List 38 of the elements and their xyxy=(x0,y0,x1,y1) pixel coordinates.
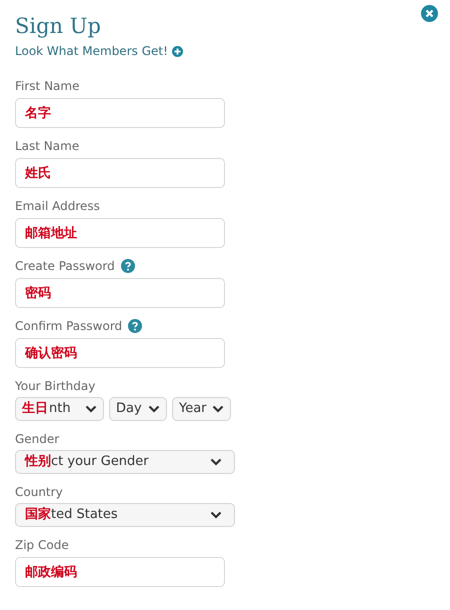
dropdown[interactable]: 生日 nth xyxy=(15,397,104,421)
field-label: Zip Code xyxy=(15,537,69,554)
dropdown-text: ct your Gender xyxy=(51,453,149,472)
input-field[interactable]: 姓氏 xyxy=(15,158,225,188)
input-field[interactable]: 密码 xyxy=(15,278,225,308)
dropdown-text: Year xyxy=(179,400,207,418)
field-label: Your Birthday xyxy=(15,378,96,395)
help-icon[interactable] xyxy=(120,259,135,273)
dropdown[interactable]: 性别ct your Gender xyxy=(15,450,235,474)
field-label: Create Password xyxy=(15,258,115,275)
input-field[interactable]: 名字 xyxy=(15,98,225,128)
field-label: Email Address xyxy=(15,198,100,215)
dropdown[interactable]: Year xyxy=(172,397,231,421)
field-label: Last Name xyxy=(15,138,80,155)
dropdown-text: ted States xyxy=(51,506,118,524)
close-icon[interactable] xyxy=(421,5,438,22)
annotation-text: 国家 xyxy=(25,506,51,524)
page-title: Sign Up xyxy=(15,13,102,40)
chevron-icon xyxy=(210,458,222,466)
field-label: Confirm Password xyxy=(15,318,122,335)
members-link[interactable]: Look What Members Get! xyxy=(15,42,168,60)
annotation-text: 性别 xyxy=(25,453,51,472)
annotation-text: 生日 xyxy=(22,400,48,418)
chevron-icon xyxy=(85,405,97,413)
chevron-icon xyxy=(212,405,224,413)
chevron-icon xyxy=(210,511,222,519)
input-field[interactable]: 邮箱地址 xyxy=(15,218,225,248)
field-label: Country xyxy=(15,484,63,501)
dropdown[interactable]: Day xyxy=(109,397,167,421)
field-label: Gender xyxy=(15,431,60,448)
plus-icon[interactable] xyxy=(172,46,183,56)
dropdown-text: Day xyxy=(116,400,142,418)
chevron-icon xyxy=(148,405,160,413)
dropdown[interactable]: 国家ted States xyxy=(15,503,235,527)
field-label: First Name xyxy=(15,78,80,95)
help-icon[interactable] xyxy=(128,319,142,333)
dropdown-text: nth xyxy=(49,400,71,418)
input-field[interactable]: 邮政编码 xyxy=(15,557,225,587)
